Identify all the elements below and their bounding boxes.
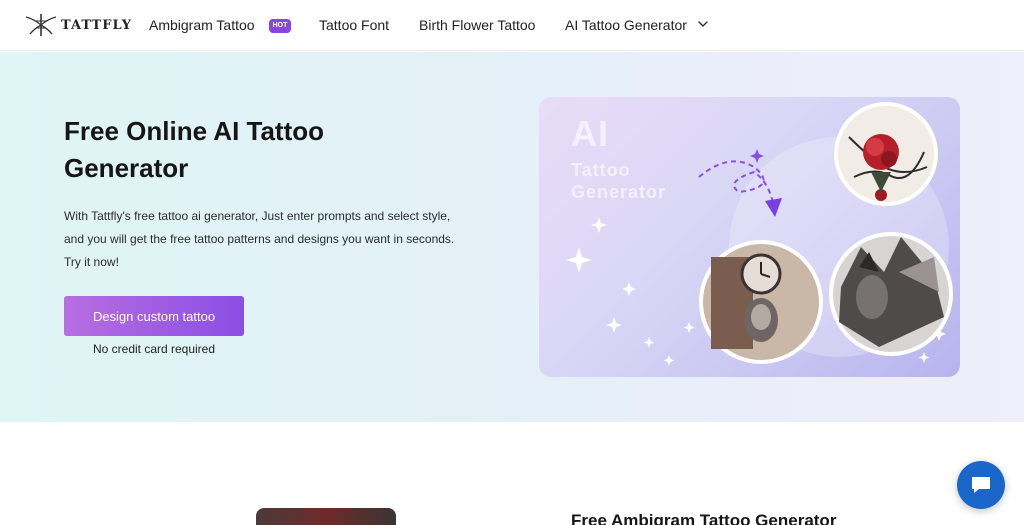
illustration-subline-2: Generator — [571, 182, 667, 202]
hot-badge: HOT — [269, 19, 291, 33]
no-credit-card-note: No credit card required — [92, 342, 216, 356]
design-custom-tattoo-button[interactable]: Design custom tattoo — [64, 296, 244, 336]
illustration-headline: AI — [571, 113, 609, 154]
illustration-subline: Tattoo Generator — [571, 159, 666, 203]
nav-item-ai-tattoo-generator[interactable]: AI Tattoo Generator — [565, 17, 687, 33]
brand-logo[interactable]: TATTFLY — [24, 13, 132, 37]
nav-item-tattoo-font[interactable]: Tattoo Font — [319, 17, 389, 33]
brand-name: TATTFLY — [61, 17, 133, 33]
illustration-subline-1: Tattoo — [571, 160, 631, 180]
logo-icon — [25, 14, 57, 36]
ambigram-preview-image — [256, 508, 396, 525]
hero-title: Free Online AI Tattoo Generator — [64, 116, 325, 183]
chat-support-button[interactable] — [957, 461, 1005, 509]
hero-illustration: AI Tattoo Generator — [539, 97, 960, 377]
hero-description: With Tattfly's free tattoo ai generator,… — [64, 209, 455, 269]
chat-bubble-icon — [972, 477, 990, 493]
nav-item-birth-flower-tattoo[interactable]: Birth Flower Tattoo — [419, 17, 535, 33]
section-title-ambigram: Free Ambigram Tattoo Generator — [571, 511, 837, 525]
top-navigation: TATTFLY Ambigram Tattoo HOT Tattoo Font … — [0, 0, 1024, 51]
nav-item-ambigram-tattoo[interactable]: Ambigram Tattoo — [149, 17, 255, 33]
chevron-down-icon[interactable] — [697, 19, 709, 29]
